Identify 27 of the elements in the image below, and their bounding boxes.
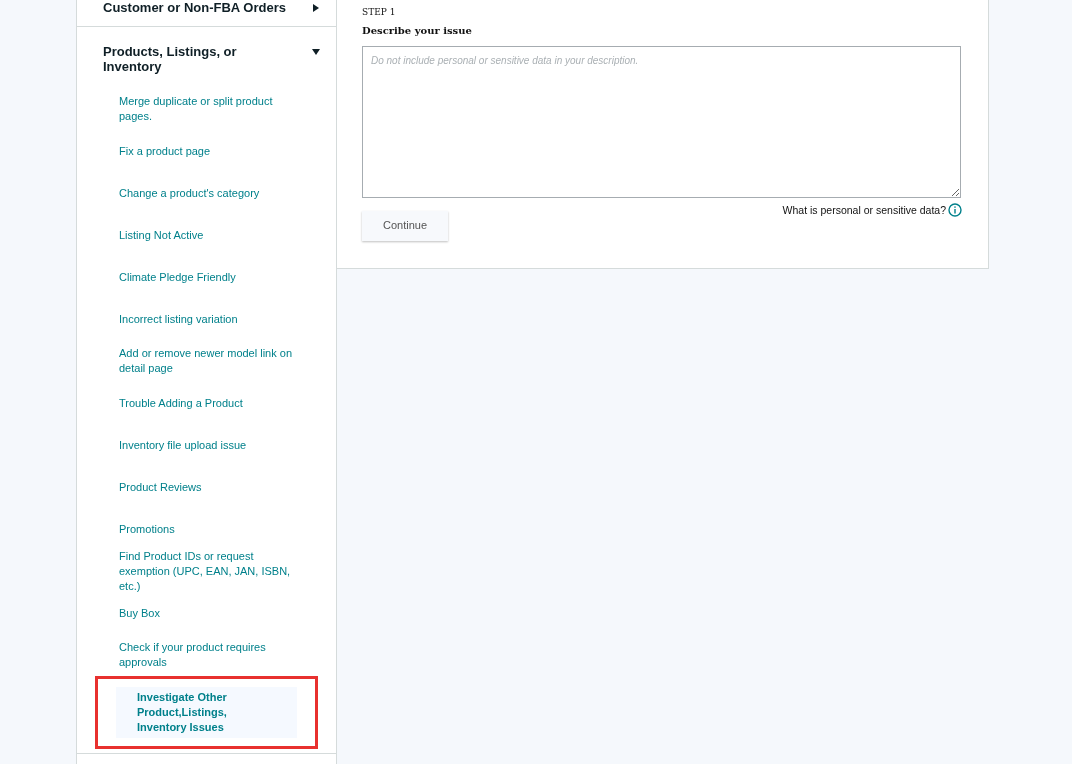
description-field[interactable]: Do not include personal or sensitive data in your description. [362,45,961,198]
sidebar-link[interactable]: Change a product's category [119,185,260,201]
help-link[interactable]: What is personal or sensitive data? [782,202,946,219]
caret-down-icon [312,48,320,56]
sidebar-link[interactable]: Incorrect listing variation [119,311,238,327]
sidebar-link[interactable]: Find Product IDs or request exemption (UPC, EAN, JAN, ISBN, etc.) [119,548,294,594]
sidebar-link[interactable]: Fix a product page [119,143,211,159]
sidebar-link[interactable]: Trouble Adding a Product [119,395,243,411]
sidebar-link[interactable]: Add or remove newer model link on detail page [119,346,294,376]
category-header[interactable]: Products, Listings, or Inventory [77,27,336,88]
sidebar-link[interactable]: Check if your product requires approvals [119,640,294,670]
continue-button[interactable]: Continue [362,210,448,241]
sidebar-link[interactable]: Merge duplicate or split product pages. [119,94,294,124]
category-header[interactable]: Customer or Non-FBA Orders [77,0,336,26]
info-icon[interactable] [948,203,962,218]
category-label: Customer or Non-FBA Orders [103,0,287,15]
category-label: Products, Listings, or Inventory [103,44,238,74]
caret-right-icon [312,4,320,12]
sidebar-link[interactable]: Product Reviews [119,479,202,495]
sidebar-link[interactable]: Climate Pledge Friendly [119,269,236,285]
step-label: STEP 1 [362,6,397,19]
sidebar-link[interactable]: Inventory file upload issue [119,437,247,453]
section-heading: Describe your issue [362,23,473,38]
sidebar-link[interactable]: Buy Box [119,605,160,621]
sidebar-link[interactable]: Listing Not Active [119,227,204,243]
sidebar-link[interactable]: Investigate Other Product,Listings, Inventory Issues [116,687,297,738]
sidebar-link[interactable]: Promotions [119,521,175,537]
